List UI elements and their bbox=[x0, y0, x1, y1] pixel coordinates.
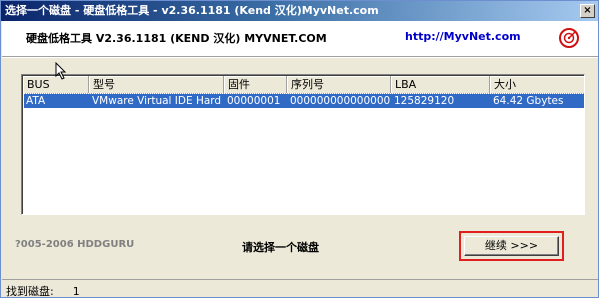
table-row[interactable]: ATA VMware Virtual IDE Hard 00000001 000… bbox=[23, 93, 584, 109]
title-bar[interactable]: 选择一个磁盘 - 硬盘低格工具 - v2.36.1181 (Kend 汉化)My… bbox=[1, 1, 598, 21]
mouse-cursor-icon bbox=[55, 62, 67, 80]
status-text: 找到磁盘: 1 bbox=[6, 283, 80, 298]
select-disk-prompt: 请选择一个磁盘 bbox=[242, 241, 319, 254]
website-link[interactable]: http://MyvNet.com bbox=[405, 30, 521, 43]
cell-firmware: 00000001 bbox=[227, 95, 281, 107]
table-header: BUS 型号 固件 序列号 LBA 大小 bbox=[23, 76, 584, 94]
column-header-model[interactable]: 型号 bbox=[89, 76, 224, 94]
window-title: 选择一个磁盘 - 硬盘低格工具 - v2.36.1181 (Kend 汉化)My… bbox=[5, 4, 379, 17]
disks-found-count: 1 bbox=[72, 285, 80, 298]
copyright-text: ?005-2006 HDDGURU bbox=[15, 239, 135, 250]
logo-icon bbox=[559, 28, 579, 48]
cell-lba: 125829120 bbox=[394, 95, 455, 107]
header-divider bbox=[2, 56, 598, 58]
cell-size: 64.42 Gbytes bbox=[493, 95, 564, 107]
cell-serial: 000000000000000 bbox=[290, 95, 390, 107]
column-header-firmware[interactable]: 固件 bbox=[224, 76, 287, 94]
app-window: 选择一个磁盘 - 硬盘低格工具 - v2.36.1181 (Kend 汉化)My… bbox=[0, 0, 599, 298]
status-bar: 找到磁盘: 1 bbox=[2, 279, 598, 298]
cell-bus: ATA bbox=[26, 95, 46, 107]
app-heading: 硬盘低格工具 V2.36.1181 (KEND 汉化) MYVNET.COM bbox=[26, 32, 327, 45]
disks-found-label: 找到磁盘: bbox=[6, 285, 54, 298]
app-header: 硬盘低格工具 V2.36.1181 (KEND 汉化) MYVNET.COM h… bbox=[2, 21, 598, 56]
disk-list-table[interactable]: BUS 型号 固件 序列号 LBA 大小 ATA VMware Virtual … bbox=[21, 74, 585, 215]
column-header-lba[interactable]: LBA bbox=[391, 76, 490, 94]
column-header-serial[interactable]: 序列号 bbox=[287, 76, 391, 94]
close-button[interactable]: × bbox=[580, 4, 595, 18]
continue-button[interactable]: 继续 >>> bbox=[464, 236, 559, 256]
column-header-size[interactable]: 大小 bbox=[490, 76, 584, 94]
continue-button-highlight: 继续 >>> bbox=[459, 231, 564, 261]
cell-model: VMware Virtual IDE Hard bbox=[92, 95, 222, 107]
